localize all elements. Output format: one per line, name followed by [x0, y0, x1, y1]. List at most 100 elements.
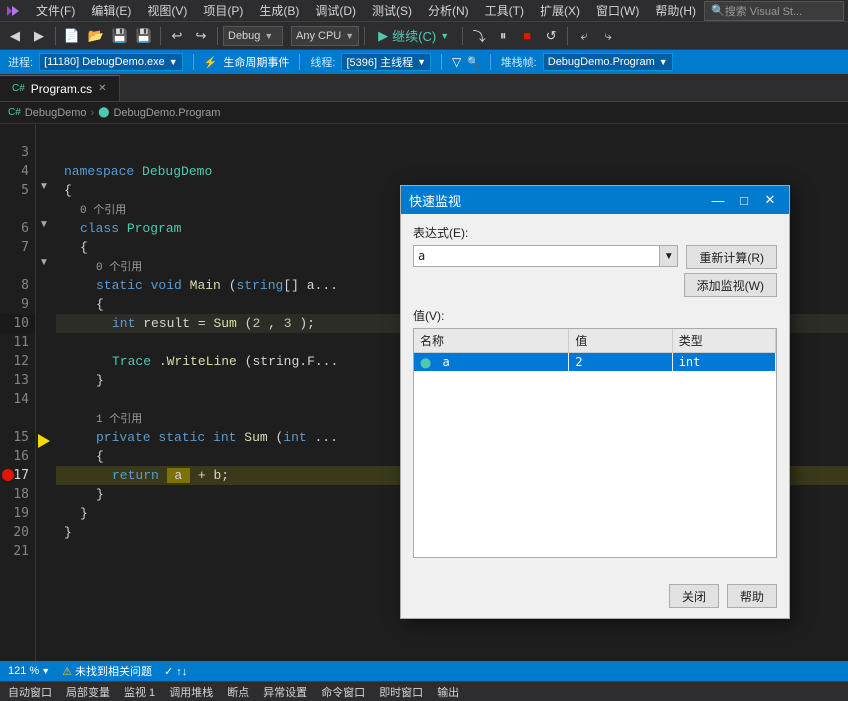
cs-icon: C# — [12, 83, 25, 94]
cs-icon2: C# — [8, 107, 21, 118]
cell-type: int — [672, 353, 775, 372]
status-arrows: ✓ ↑↓ — [164, 665, 187, 678]
tab-program-cs[interactable]: C# Program.cs ✕ — [0, 75, 120, 101]
forward-btn[interactable]: ▶ — [28, 25, 50, 47]
quick-watch-dialog[interactable]: 快速监视 — □ ✕ 表达式(E): ▼ 重新计算(R) 添加监视(W) 值(V… — [400, 185, 790, 619]
stack-arrow-icon: ▼ — [659, 57, 668, 67]
zoom-control[interactable]: 121 % ▼ — [8, 665, 50, 677]
sep3 — [217, 27, 218, 45]
dialog-footer: 关闭 帮助 — [401, 578, 789, 618]
debug-sep1 — [193, 54, 194, 70]
bottom-auto-window[interactable]: 自动窗口 — [8, 684, 52, 700]
bottom-command-window[interactable]: 命令窗口 — [321, 684, 365, 700]
config-dropdown[interactable]: Debug ▼ — [223, 26, 283, 46]
dialog-maximize-btn[interactable]: □ — [733, 189, 755, 211]
close-button[interactable]: 关闭 — [669, 584, 719, 608]
bottom-breakpoints[interactable]: 断点 — [227, 684, 249, 700]
menu-file[interactable]: 文件(F) — [28, 0, 83, 21]
new-btn[interactable]: 📄 — [61, 25, 83, 47]
bottom-immediate[interactable]: 即时窗口 — [379, 684, 423, 700]
bottom-exception-settings[interactable]: 异常设置 — [263, 684, 307, 700]
menu-tools[interactable]: 工具(T) — [477, 0, 532, 21]
code-line — [56, 124, 848, 143]
stop-btn[interactable]: ■ — [516, 25, 538, 47]
menu-search-box[interactable]: 🔍 搜索 Visual St... — [704, 1, 844, 21]
expand-ns-icon[interactable]: ▼ — [36, 181, 52, 192]
step-into-btn[interactable]: ⤶ — [573, 25, 595, 47]
highlight-a: a — [167, 468, 190, 483]
config-arrow-icon: ▼ — [264, 31, 273, 41]
redo-btn[interactable]: ↪ — [190, 25, 212, 47]
menu-window[interactable]: 窗口(W) — [588, 0, 647, 21]
current-line-arrow — [38, 434, 50, 448]
menu-test[interactable]: 测试(S) — [364, 0, 420, 21]
expand-main-icon[interactable]: ▼ — [36, 257, 52, 268]
menu-analyze[interactable]: 分析(N) — [420, 0, 477, 21]
undo-btn[interactable]: ↩ — [166, 25, 188, 47]
col-header-type: 类型 — [672, 329, 775, 353]
debug-sep3 — [441, 54, 442, 70]
warning-text: 未找到相关问题 — [75, 663, 152, 679]
cell-name: ⬤ a — [414, 353, 569, 372]
value-table-container: 名称 值 类型 ⬤ a 2 int — [413, 328, 777, 558]
expression-dropdown-icon[interactable]: ▼ — [660, 245, 678, 267]
pause-btn[interactable]: ⏸ — [492, 25, 514, 47]
sep5 — [462, 27, 463, 45]
lifecycle-icon: ⚡ — [204, 56, 218, 69]
continue-btn[interactable]: ▶ 继续(C) ▼ — [370, 25, 457, 47]
line-numbers: 3 4 5 6 7 8 9 10 11 12 13 14 15 16 17 18… — [0, 124, 36, 661]
back-btn[interactable]: ◀ — [4, 25, 26, 47]
expression-label: 表达式(E): — [413, 224, 777, 241]
recalc-button[interactable]: 重新计算(R) — [686, 245, 777, 269]
status-warning: ⚠ 未找到相关问题 — [62, 663, 152, 679]
row-icon: ⬤ — [420, 358, 431, 369]
add-watch-button[interactable]: 添加监视(W) — [684, 273, 777, 297]
menu-build[interactable]: 生成(B) — [251, 0, 307, 21]
menu-debug[interactable]: 调试(D) — [307, 0, 364, 21]
tab-close-icon[interactable]: ✕ — [98, 83, 106, 94]
zoom-arrow-icon: ▼ — [41, 666, 50, 676]
help-button[interactable]: 帮助 — [727, 584, 777, 608]
bottom-locals[interactable]: 局部变量 — [66, 684, 110, 700]
code-line — [56, 143, 848, 162]
breadcrumb-sep: › — [91, 107, 95, 119]
debug-sep4 — [490, 54, 491, 70]
menu-project[interactable]: 项目(P) — [195, 0, 251, 21]
breadcrumb-class[interactable]: DebugDemo.Program — [113, 107, 220, 119]
expand-class-icon[interactable]: ▼ — [36, 219, 52, 230]
thread-dropdown[interactable]: [5396] 主线程 ▼ — [341, 53, 431, 71]
platform-dropdown[interactable]: Any CPU ▼ — [291, 26, 359, 46]
code-line: namespace DebugDemo — [56, 162, 848, 181]
stack-dropdown[interactable]: DebugDemo.Program ▼ — [543, 53, 673, 71]
bottom-watch1[interactable]: 监视 1 — [124, 684, 155, 700]
debug-bar: 进程: [11180] DebugDemo.exe ▼ ⚡ 生命周期事件 线程:… — [0, 50, 848, 74]
open-btn[interactable]: 📂 — [85, 25, 107, 47]
breadcrumb: C# DebugDemo › ⬤ DebugDemo.Program — [0, 102, 848, 124]
dialog-title-text: 快速监视 — [409, 191, 703, 210]
save-all-btn[interactable]: 💾 — [133, 25, 155, 47]
dialog-close-btn[interactable]: ✕ — [759, 189, 781, 211]
save-btn[interactable]: 💾 — [109, 25, 131, 47]
menu-extensions[interactable]: 扩展(X) — [532, 0, 588, 21]
gutter: ▼ ▼ ▼ — [36, 124, 52, 661]
menu-help[interactable]: 帮助(H) — [647, 0, 704, 21]
bottom-output[interactable]: 输出 — [437, 684, 459, 700]
menu-view[interactable]: 视图(V) — [139, 0, 195, 21]
menu-bar: 文件(F) 编辑(E) 视图(V) 项目(P) 生成(B) 调试(D) 测试(S… — [0, 0, 848, 22]
col-header-name: 名称 — [414, 329, 569, 353]
sep2 — [160, 27, 161, 45]
breadcrumb-namespace[interactable]: DebugDemo — [25, 107, 87, 119]
search-icon: 🔍 — [711, 4, 725, 17]
toolbar: ◀ ▶ 📄 📂 💾 💾 ↩ ↪ Debug ▼ Any CPU ▼ ▶ 继续(C… — [0, 22, 848, 50]
expression-input[interactable] — [413, 245, 660, 267]
restart-btn[interactable]: ↺ — [540, 25, 562, 47]
table-row[interactable]: ⬤ a 2 int — [414, 353, 776, 372]
bottom-call-stack[interactable]: 调用堆栈 — [169, 684, 213, 700]
step-over-btn[interactable]: ⤵ — [468, 25, 490, 47]
process-dropdown[interactable]: [11180] DebugDemo.exe ▼ — [39, 53, 183, 71]
filter-icon2: 🔍 — [467, 57, 479, 68]
debug-sep2 — [299, 54, 300, 70]
dialog-minimize-btn[interactable]: — — [707, 189, 729, 211]
menu-edit[interactable]: 编辑(E) — [83, 0, 139, 21]
step-out-btn[interactable]: ⤷ — [597, 25, 619, 47]
